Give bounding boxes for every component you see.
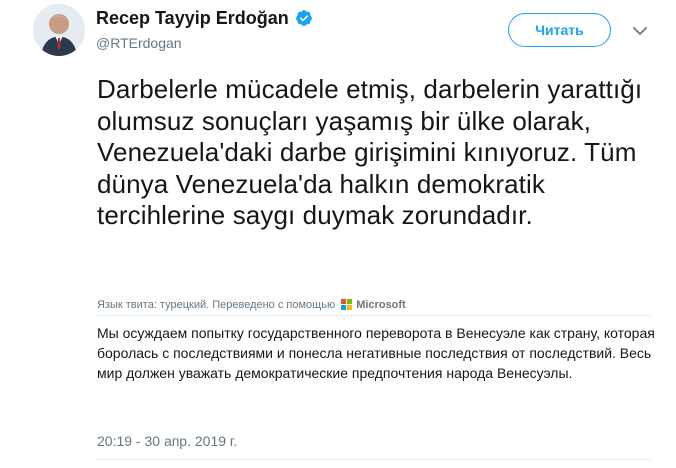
name-row: Recep Tayyip Erdoğan [96, 7, 313, 29]
translated-text: Мы осуждаем попытку государственного пер… [97, 325, 655, 381]
tweet-text: Darbelerle mücadele etmiş, darbelerin ya… [97, 74, 643, 230]
chevron-down-icon[interactable] [633, 26, 647, 36]
display-name[interactable]: Recep Tayyip Erdoğan [96, 8, 289, 29]
microsoft-icon [341, 299, 353, 311]
divider-bottom [97, 459, 651, 460]
tweet-timestamp[interactable]: 20:19 - 30 апр. 2019 г. [97, 433, 237, 449]
translation-info: Язык твита: турецкий. Переведено с помощ… [97, 297, 406, 313]
profile-photo-icon [33, 4, 85, 56]
user-handle[interactable]: @RTErdogan [96, 35, 313, 51]
avatar[interactable] [33, 4, 85, 56]
translator-name: Microsoft [356, 299, 406, 311]
author-info: Recep Tayyip Erdoğan @RTErdogan [96, 7, 313, 51]
verified-badge-icon [295, 10, 312, 26]
microsoft-logo[interactable]: Microsoft [341, 299, 406, 311]
translation-meta-text: Язык твита: турецкий. Переведено с помощ… [97, 299, 336, 311]
divider [97, 315, 651, 316]
follow-button[interactable]: Читать [508, 13, 611, 47]
